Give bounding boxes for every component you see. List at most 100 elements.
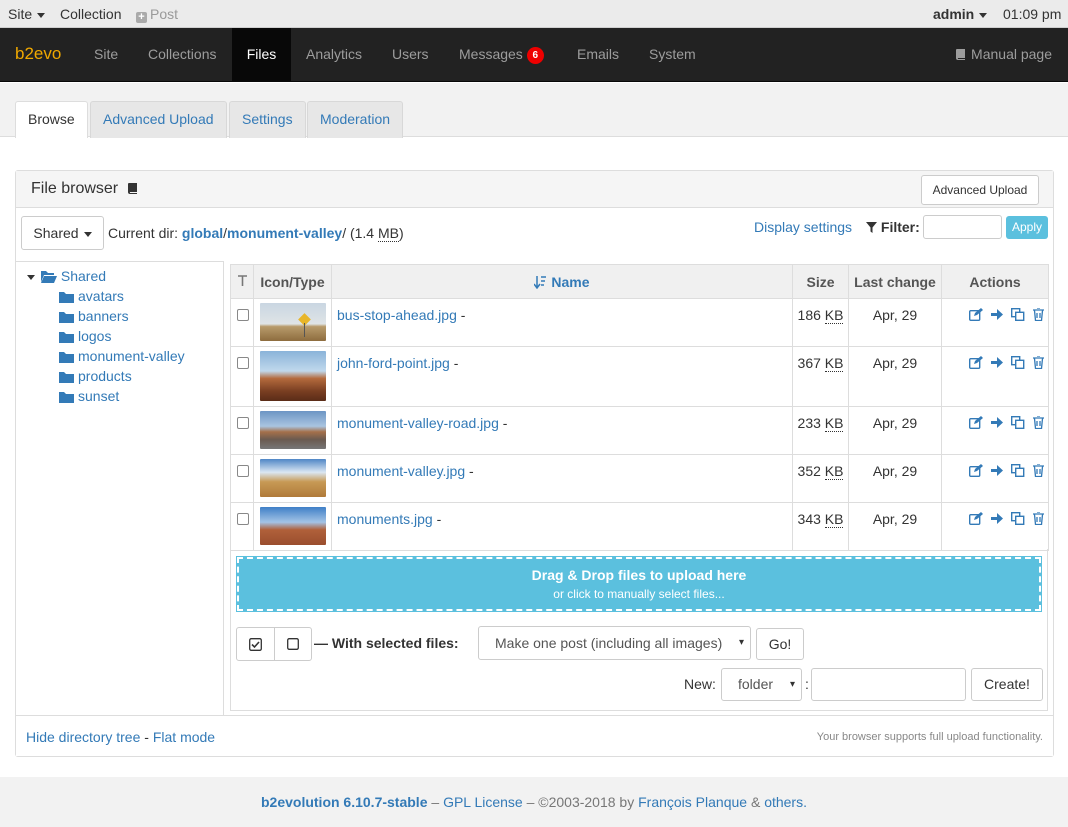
folder-icon — [59, 332, 74, 343]
messages-badge: 6 — [526, 47, 544, 64]
tab-settings[interactable]: Settings — [229, 101, 306, 138]
manual-page-link[interactable]: Manual page — [955, 28, 1052, 81]
filter-icon — [866, 222, 877, 233]
copy-icon[interactable] — [1010, 415, 1025, 430]
copy-icon[interactable] — [1010, 355, 1025, 370]
sort-arrow-icon — [237, 274, 247, 286]
trash-icon[interactable] — [1032, 307, 1044, 322]
file-name-link[interactable]: monument-valley.jpg - — [337, 463, 474, 479]
hide-tree-link[interactable]: Hide directory tree — [26, 729, 140, 745]
file-thumbnail[interactable] — [260, 411, 326, 449]
file-name-link[interactable]: monument-valley-road.jpg - — [337, 415, 507, 431]
tree-item-logos[interactable]: logos — [59, 328, 111, 344]
license-link[interactable]: GPL License — [443, 794, 523, 810]
collection-menu[interactable]: Collection — [60, 6, 121, 22]
tab-browse[interactable]: Browse — [15, 101, 88, 138]
author-link[interactable]: François Planque — [638, 794, 747, 810]
new-name-input[interactable] — [811, 668, 966, 701]
file-thumbnail[interactable] — [260, 507, 326, 545]
sort-toggle-header[interactable] — [230, 264, 254, 299]
tab-moderation[interactable]: Moderation — [307, 101, 404, 138]
nav-collections[interactable]: Collections — [148, 28, 216, 81]
copy-icon[interactable] — [1010, 463, 1025, 478]
edit-icon[interactable] — [968, 464, 983, 478]
table-row: john-ford-point.jpg - 367 KB Apr, 29 — [230, 346, 1049, 407]
create-button[interactable]: Create! — [971, 668, 1043, 701]
trash-icon[interactable] — [1032, 463, 1044, 478]
book-icon[interactable] — [127, 182, 139, 194]
name-header[interactable]: Name — [331, 264, 793, 299]
edit-icon[interactable] — [968, 512, 983, 526]
trash-icon[interactable] — [1032, 511, 1044, 526]
file-name-link[interactable]: john-ford-point.jpg - — [337, 355, 458, 371]
row-actions — [968, 355, 1048, 372]
brand-logo[interactable]: b2evo — [15, 44, 61, 64]
path-monument-valley[interactable]: monument-valley — [227, 225, 342, 241]
user-menu[interactable]: admin — [933, 6, 988, 22]
edit-icon[interactable] — [968, 308, 983, 322]
uncheck-all-button[interactable] — [274, 627, 312, 661]
site-menu[interactable]: Site — [8, 6, 46, 22]
move-arrow-icon[interactable] — [990, 356, 1003, 369]
tree-item-avatars[interactable]: avatars — [59, 288, 124, 304]
copy-icon[interactable] — [1010, 511, 1025, 526]
nav-users[interactable]: Users — [392, 28, 429, 81]
apply-filter-button[interactable]: Apply — [1006, 216, 1048, 239]
new-type-select[interactable]: folder ▾ — [721, 668, 802, 701]
edit-icon[interactable] — [968, 416, 983, 430]
post-link[interactable]: + Post — [136, 6, 178, 23]
display-settings-link[interactable]: Display settings — [754, 219, 852, 235]
tree-item-monument-valley[interactable]: monument-valley — [59, 348, 185, 364]
file-thumbnail[interactable] — [260, 459, 326, 497]
nav-analytics[interactable]: Analytics — [306, 28, 362, 81]
plus-icon: + — [136, 12, 147, 23]
tree-root-shared[interactable]: Shared — [27, 268, 106, 284]
edit-icon[interactable] — [968, 356, 983, 370]
tab-advanced-upload[interactable]: Advanced Upload — [90, 101, 227, 138]
path-global[interactable]: global — [182, 225, 223, 241]
go-button[interactable]: Go! — [756, 628, 804, 660]
nav-emails[interactable]: Emails — [577, 28, 619, 81]
move-arrow-icon[interactable] — [990, 416, 1003, 429]
trash-icon[interactable] — [1032, 415, 1044, 430]
trash-icon[interactable] — [1032, 355, 1044, 370]
file-name-link[interactable]: bus-stop-ahead.jpg - — [337, 307, 465, 323]
table-row: bus-stop-ahead.jpg - 186 KB Apr, 29 — [230, 298, 1049, 347]
nav-system[interactable]: System — [649, 28, 696, 81]
row-checkbox[interactable] — [237, 357, 249, 369]
nav-files[interactable]: Files — [232, 28, 291, 81]
copy-icon[interactable] — [1010, 307, 1025, 322]
file-size: 352 KB — [797, 463, 844, 480]
row-checkbox[interactable] — [237, 417, 249, 429]
version-link[interactable]: b2evolution 6.10.7-stable — [261, 794, 428, 810]
folder-icon — [59, 372, 74, 383]
tree-item-banners[interactable]: banners — [59, 308, 129, 324]
row-checkbox[interactable] — [237, 465, 249, 477]
last-change-header: Last change — [848, 264, 942, 299]
flat-mode-link[interactable]: Flat mode — [153, 729, 215, 745]
tree-item-products[interactable]: products — [59, 368, 132, 384]
evobar: Site Collection + Post admin 01:09 pm — [0, 0, 1068, 28]
nav-site[interactable]: Site — [94, 28, 118, 81]
advanced-upload-button[interactable]: Advanced Upload — [921, 175, 1039, 205]
file-name-link[interactable]: monuments.jpg - — [337, 511, 441, 527]
file-size: 233 KB — [797, 415, 844, 432]
move-arrow-icon[interactable] — [990, 464, 1003, 477]
move-arrow-icon[interactable] — [990, 308, 1003, 321]
caret-down-icon — [27, 274, 35, 280]
upload-dropzone[interactable]: Drag & Drop files to upload here or clic… — [236, 556, 1042, 612]
nav-messages[interactable]: Messages 6 — [459, 28, 544, 81]
filter-input[interactable] — [923, 215, 1002, 239]
file-thumbnail[interactable] — [260, 351, 326, 401]
selected-action-select[interactable]: Make one post (including all images) ▾ — [478, 626, 751, 660]
chevron-down-icon — [979, 12, 988, 18]
row-checkbox[interactable] — [237, 309, 249, 321]
row-checkbox[interactable] — [237, 513, 249, 525]
check-all-button[interactable] — [236, 627, 275, 661]
others-link[interactable]: others. — [764, 794, 807, 810]
move-arrow-icon[interactable] — [990, 512, 1003, 525]
file-size: 367 KB — [797, 355, 844, 372]
root-select-button[interactable]: Shared — [21, 216, 104, 250]
tree-item-sunset[interactable]: sunset — [59, 388, 119, 404]
file-thumbnail[interactable] — [260, 303, 326, 341]
